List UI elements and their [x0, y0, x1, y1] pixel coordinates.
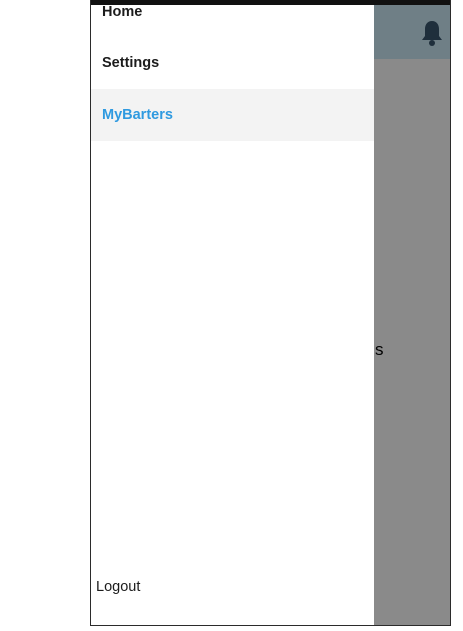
page: s Home Settings MyBarters Logout [0, 0, 463, 631]
drawer-item-home[interactable]: Home [91, 0, 374, 38]
background-content-text: s [375, 340, 384, 359]
drawer-item-label: Home [102, 4, 143, 20]
drawer-item-label: MyBarters [102, 107, 173, 123]
drawer-item-settings[interactable]: Settings [91, 37, 374, 89]
status-bar [91, 0, 450, 5]
drawer-item-mybarters[interactable]: MyBarters [91, 89, 374, 141]
bell-icon[interactable] [420, 19, 444, 47]
logout-button[interactable]: Logout [96, 579, 140, 595]
navigation-drawer: Home Settings MyBarters Logout [91, 0, 374, 625]
drawer-item-label: Settings [102, 55, 160, 71]
device-screen: s Home Settings MyBarters Logout [90, 0, 451, 626]
